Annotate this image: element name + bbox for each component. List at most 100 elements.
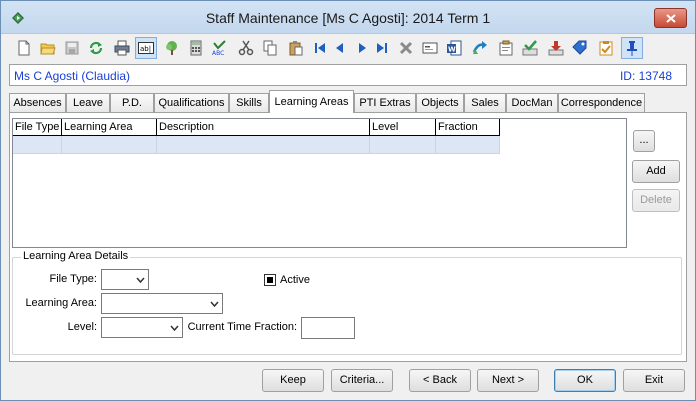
next-button[interactable]: Next > (477, 369, 539, 392)
tree-button[interactable] (161, 37, 183, 59)
window-title: Staff Maintenance [Ms C Agosti]: 2014 Te… (205, 10, 491, 26)
level-combo[interactable] (101, 317, 183, 338)
tag-icon (572, 40, 587, 55)
table-cell[interactable] (62, 136, 157, 154)
staff-name-bar: Ms C Agosti (Claudia) ID: 13748 (9, 64, 687, 86)
close-icon (666, 14, 676, 23)
send-button[interactable] (469, 37, 491, 59)
toolbar: ab| ABC W (1, 34, 695, 62)
text-field-icon: ab| (138, 42, 154, 54)
title-bar: Staff Maintenance [Ms C Agosti]: 2014 Te… (1, 1, 695, 34)
table-cell[interactable] (157, 136, 370, 154)
svg-text:ab|: ab| (140, 45, 151, 53)
level-label: Level: (67, 321, 97, 333)
keep-button[interactable]: Keep (262, 369, 324, 392)
new-document-icon (18, 40, 30, 56)
download-button[interactable] (545, 37, 567, 59)
card-button[interactable] (419, 37, 441, 59)
tab-pti-extras[interactable]: PTI Extras (354, 93, 416, 113)
staff-id: ID: 13748 (619, 69, 672, 83)
tab-sales[interactable]: Sales (464, 93, 506, 113)
previous-record-icon (336, 43, 343, 53)
text-field-button[interactable]: ab| (135, 37, 157, 59)
refresh-button[interactable] (85, 37, 107, 59)
approve-stamp-icon (522, 40, 538, 56)
current-time-fraction-input[interactable] (301, 317, 355, 339)
active-checkbox[interactable] (264, 274, 276, 286)
first-record-button[interactable] (309, 37, 331, 59)
table-cell[interactable] (13, 136, 62, 154)
checklist-button[interactable] (595, 37, 617, 59)
checkbox-mark (267, 277, 273, 283)
new-button[interactable] (13, 37, 35, 59)
next-record-button[interactable] (351, 37, 373, 59)
delete-button[interactable]: Delete (632, 189, 680, 212)
column-header-learning-area[interactable]: Learning Area (62, 119, 157, 136)
ok-button[interactable]: OK (554, 369, 616, 392)
tab-leave[interactable]: Leave (66, 93, 110, 113)
tab-skills[interactable]: Skills (229, 93, 269, 113)
print-icon (114, 40, 130, 56)
tab-correspondence[interactable]: Correspondence (558, 93, 645, 113)
table-cell[interactable] (370, 136, 436, 154)
spell-check-button[interactable]: ABC (209, 37, 231, 59)
print-button[interactable] (111, 37, 133, 59)
criteria-button[interactable]: Criteria... (331, 369, 393, 392)
add-button[interactable]: Add (632, 160, 680, 183)
save-disk-icon (65, 41, 79, 55)
tab-qualifications[interactable]: Qualifications (154, 93, 229, 113)
checklist-icon (599, 41, 613, 56)
paste-button[interactable] (285, 37, 307, 59)
column-header-description[interactable]: Description (157, 119, 370, 136)
active-label: Active (280, 274, 310, 286)
word-document-button[interactable]: W (443, 37, 465, 59)
next-record-icon (359, 43, 366, 53)
copy-icon (263, 40, 277, 56)
tag-button[interactable] (569, 37, 591, 59)
exit-button[interactable]: Exit (623, 369, 685, 392)
approve-button[interactable] (519, 37, 541, 59)
card-icon (422, 42, 438, 54)
column-header-level[interactable]: Level (370, 119, 436, 136)
calculator-button[interactable] (185, 37, 207, 59)
chevron-down-icon (136, 277, 145, 283)
cut-icon (238, 40, 254, 56)
group-title: Learning Area Details (21, 250, 131, 262)
clipboard-button[interactable] (495, 37, 517, 59)
tab-docman[interactable]: DocMan (506, 93, 558, 113)
word-document-icon: W (447, 40, 462, 56)
paste-icon (289, 41, 303, 56)
delete-record-button[interactable] (395, 37, 417, 59)
save-button[interactable] (61, 37, 83, 59)
copy-button[interactable] (259, 37, 281, 59)
pin-icon (627, 41, 637, 56)
send-arrow-icon (472, 41, 487, 54)
learning-area-combo[interactable] (101, 293, 223, 314)
tab-absences[interactable]: Absences (9, 93, 66, 113)
table-cell[interactable] (436, 136, 500, 154)
svg-text:W: W (448, 46, 456, 54)
pin-button[interactable] (621, 37, 643, 59)
tab-pd[interactable]: P.D. (110, 93, 154, 113)
cut-button[interactable] (235, 37, 257, 59)
column-header-file-type[interactable]: File Type (13, 119, 62, 136)
current-time-fraction-label: Current Time Fraction: (187, 321, 297, 333)
tab-learning-areas[interactable]: Learning Areas (269, 90, 354, 113)
tab-objects[interactable]: Objects (416, 93, 464, 113)
close-window-button[interactable] (654, 8, 687, 28)
staff-name: Ms C Agosti (Claudia) (14, 69, 131, 83)
previous-record-button[interactable] (329, 37, 351, 59)
last-record-icon (377, 43, 387, 53)
last-record-button[interactable] (371, 37, 393, 59)
tree-icon (166, 41, 177, 55)
spell-check-icon: ABC (212, 40, 226, 56)
refresh-icon (89, 41, 103, 55)
file-type-combo[interactable] (101, 269, 149, 290)
open-button[interactable] (37, 37, 59, 59)
open-folder-icon (40, 43, 56, 55)
column-header-fraction[interactable]: Fraction (436, 119, 500, 136)
more-button[interactable]: ... (633, 130, 655, 152)
back-button[interactable]: < Back (409, 369, 471, 392)
learning-areas-grid[interactable]: File Type Learning Area Description Leve… (12, 118, 627, 248)
calculator-icon (190, 40, 202, 56)
